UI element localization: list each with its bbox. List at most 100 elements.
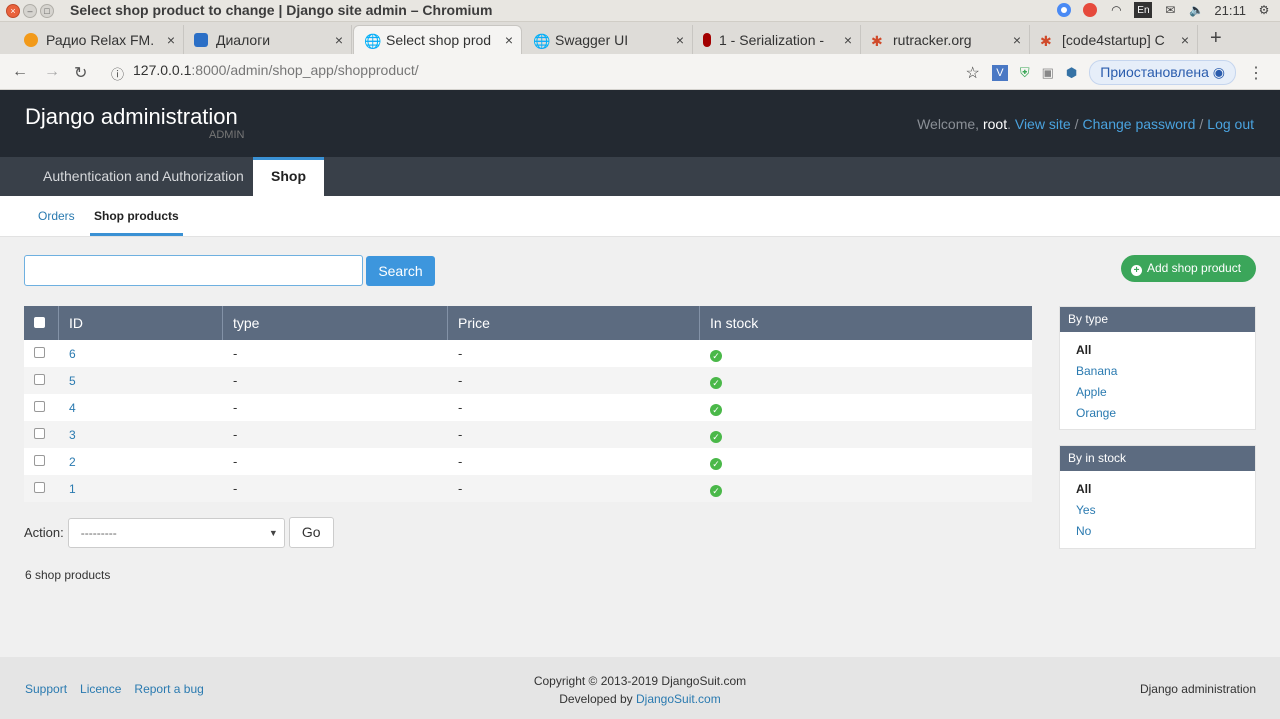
row-id-link[interactable]: 1 (69, 482, 76, 496)
close-tab-icon[interactable]: × (844, 32, 852, 48)
window-close-button[interactable]: × (6, 4, 20, 18)
filter-option-apple[interactable]: Apple (1060, 382, 1255, 403)
filter-option-all[interactable]: All (1060, 340, 1255, 361)
row-checkbox[interactable] (34, 455, 45, 466)
row-id-link[interactable]: 6 (69, 347, 76, 361)
cell-id: 6 (59, 340, 223, 367)
row-checkbox[interactable] (34, 374, 45, 385)
close-tab-icon[interactable]: × (1181, 32, 1189, 48)
clock[interactable]: 21:11 (1214, 3, 1246, 18)
column-header-id[interactable]: ID (59, 306, 223, 340)
drf-favicon-icon (703, 32, 711, 47)
menu-item-auth[interactable]: Authentication and Authorization (25, 157, 262, 196)
browser-tab-relax-fm[interactable]: Радио Relax FM. × (14, 25, 184, 54)
site-brand[interactable]: Django administration (25, 104, 238, 130)
cell-price: - (448, 448, 700, 475)
view-site-link[interactable]: View site (1015, 116, 1071, 132)
bookmark-star-icon[interactable]: ☆ (966, 63, 980, 83)
report-bug-link[interactable]: Report a bug (134, 682, 203, 696)
table-row: 3 - - ✓ (24, 421, 1032, 448)
wifi-icon[interactable]: ◠ (1108, 2, 1124, 18)
select-all-checkbox[interactable] (34, 317, 45, 328)
reload-icon[interactable]: ↻ (74, 63, 87, 83)
log-out-link[interactable]: Log out (1207, 116, 1254, 132)
browser-tab-serialization[interactable]: 1 - Serialization - × (693, 25, 861, 54)
action-select[interactable]: --------- ▼ (67, 517, 285, 548)
row-id-link[interactable]: 5 (69, 374, 76, 388)
row-id-link[interactable]: 2 (69, 455, 76, 469)
extension-v-icon[interactable]: V (991, 64, 1008, 81)
check-circle-icon: ✓ (710, 458, 722, 470)
notifier-tray-icon[interactable] (1082, 2, 1098, 18)
info-icon[interactable]: ⓘ (111, 64, 124, 83)
cell-id: 1 (59, 475, 223, 502)
add-shop-product-button[interactable]: + Add shop product (1121, 255, 1256, 282)
cell-type: - (223, 421, 448, 448)
close-tab-icon[interactable]: × (1013, 32, 1021, 48)
submenu-item-orders[interactable]: Orders (38, 209, 75, 223)
row-checkbox[interactable] (34, 401, 45, 412)
row-price: - (458, 454, 463, 469)
close-tab-icon[interactable]: × (676, 32, 684, 48)
browser-tab-rutracker[interactable]: ✱ rutracker.org × (861, 25, 1030, 54)
keyboard-layout-indicator[interactable]: En (1134, 2, 1153, 18)
close-tab-icon[interactable]: × (167, 32, 175, 48)
menu-item-shop[interactable]: Shop (253, 157, 324, 196)
table-header: ID type Price In stock (24, 306, 1032, 340)
url-field[interactable]: 127.0.0.1:8000/admin/shop_app/shopproduc… (133, 62, 419, 78)
window-minimize-button[interactable]: – (23, 4, 37, 18)
shield-icon[interactable]: ⛨ (1020, 65, 1030, 81)
filter-option-orange[interactable]: Orange (1060, 403, 1255, 424)
cell-price: - (448, 475, 700, 502)
mail-icon[interactable]: ✉ (1162, 2, 1178, 18)
url-host: 127.0.0.1 (133, 62, 192, 78)
back-arrow-icon[interactable]: ← (12, 63, 28, 81)
submenu-item-shop-products[interactable]: Shop products (90, 209, 183, 236)
row-id-link[interactable]: 4 (69, 401, 76, 415)
forward-arrow-icon[interactable]: → (44, 63, 60, 81)
profile-avatar-icon: ◉ (1212, 64, 1225, 80)
table-row: 6 - - ✓ (24, 340, 1032, 367)
row-checkbox[interactable] (34, 482, 45, 493)
browser-tab-dialogs[interactable]: Диалоги × (184, 25, 352, 54)
row-checkbox-cell (24, 475, 59, 502)
volume-icon[interactable]: 🔈 (1188, 2, 1204, 18)
go-button[interactable]: Go (288, 517, 334, 548)
url-path: :8000/admin/shop_app/shopproduct/ (191, 62, 419, 78)
settings-gear-icon[interactable]: ⚙ (1256, 2, 1272, 18)
change-password-link[interactable]: Change password (1083, 116, 1196, 132)
chat-favicon-icon (194, 32, 208, 47)
table-row: 4 - - ✓ (24, 394, 1032, 421)
filter-option-banana[interactable]: Banana (1060, 361, 1255, 382)
window-maximize-button[interactable]: □ (40, 4, 54, 18)
extension-tab-icon[interactable]: ▣ (1042, 65, 1054, 81)
filter-option-yes[interactable]: Yes (1060, 500, 1255, 521)
row-price: - (458, 427, 463, 442)
support-link[interactable]: Support (25, 682, 67, 696)
profile-paused-button[interactable]: Приостановлена ◉ (1089, 60, 1236, 85)
browser-tab-swagger[interactable]: 🌐 Swagger UI × (523, 25, 693, 54)
row-id-link[interactable]: 3 (69, 428, 76, 442)
column-header-price[interactable]: Price (448, 306, 700, 340)
licence-link[interactable]: Licence (80, 682, 121, 696)
browser-tab-shop-product[interactable]: 🌐 Select shop prod × (353, 25, 522, 54)
cell-in-stock: ✓ (700, 340, 1032, 367)
close-tab-icon[interactable]: × (335, 32, 343, 48)
browser-menu-icon[interactable]: ⋮ (1248, 63, 1264, 83)
close-tab-icon[interactable]: × (505, 32, 513, 48)
row-checkbox[interactable] (34, 428, 45, 439)
search-button[interactable]: Search (366, 256, 435, 286)
filter-option-no[interactable]: No (1060, 521, 1255, 542)
browser-tab-code4startup[interactable]: ✱ [code4startup] C × (1030, 25, 1198, 54)
chromium-tray-icon[interactable] (1056, 2, 1072, 18)
app-menu: Authentication and Authorization Shop (0, 157, 1280, 196)
search-input[interactable] (24, 255, 363, 286)
column-header-type[interactable]: type (223, 306, 448, 340)
column-header-in-stock[interactable]: In stock (700, 306, 1032, 340)
python-icon[interactable]: ⬢ (1066, 65, 1077, 81)
row-checkbox[interactable] (34, 347, 45, 358)
cell-price: - (448, 394, 700, 421)
filter-option-all[interactable]: All (1060, 479, 1255, 500)
new-tab-button[interactable]: + (1210, 27, 1222, 50)
djangosuit-link[interactable]: DjangoSuit.com (636, 692, 721, 706)
